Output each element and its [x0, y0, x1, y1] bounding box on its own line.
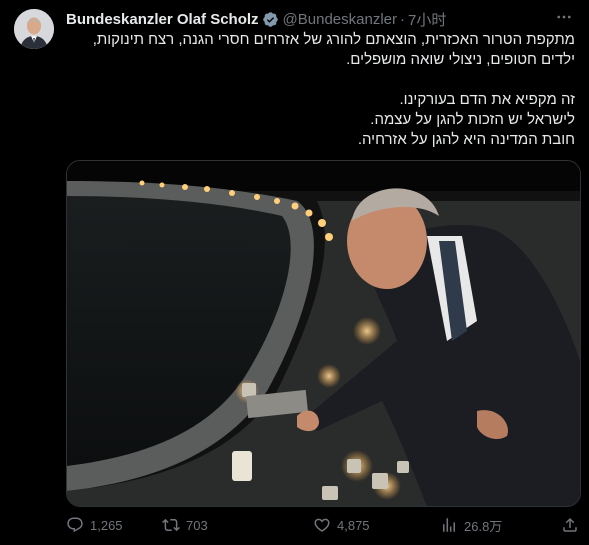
tweet-actions: 1,265 703 4,875 26.8万 [66, 514, 579, 536]
tweet-line: לישראל יש הזכות להגן על עצמה. [370, 111, 575, 128]
reply-count: 1,265 [90, 517, 123, 533]
share-button[interactable] [561, 516, 579, 534]
tweet-line: ילדים חטופים, ניצולי שואה מושפלים. [346, 51, 575, 68]
tweet-time[interactable]: 7小时 [408, 9, 446, 30]
retweet-count: 703 [186, 517, 208, 533]
retweet-icon [162, 518, 180, 532]
separator-dot: · [400, 10, 406, 28]
tweet-line: זה מקפיא את הדם בעורקינו. [399, 91, 575, 108]
share-icon [563, 517, 577, 532]
analytics-icon [443, 518, 455, 532]
retweet-button[interactable]: 703 [162, 516, 208, 534]
like-button[interactable]: 4,875 [313, 516, 370, 534]
tweet-header: Bundeskanzler Olaf Scholz @Bundeskanzler… [66, 9, 575, 29]
verified-badge-icon [262, 11, 279, 28]
author-name[interactable]: Bundeskanzler Olaf Scholz [66, 11, 259, 28]
avatar-photo [14, 9, 54, 49]
like-count: 4,875 [337, 517, 370, 533]
author-handle[interactable]: @Bundeskanzler [283, 11, 397, 28]
views-count: 26.8万 [464, 518, 503, 534]
tweet-line: מתקפת הטרור האכזרית, הוצאתם להורג של אזר… [92, 31, 575, 48]
reply-button[interactable]: 1,265 [66, 516, 123, 534]
heart-icon [314, 518, 330, 532]
candle-memorial-photo [67, 161, 580, 506]
tweet-photo[interactable] [66, 160, 581, 507]
tweet-text: מתקפת הטרור האכזרית, הוצאתם להורג של אזר… [66, 30, 575, 150]
views-button[interactable]: 26.8万 [440, 516, 502, 535]
avatar[interactable] [14, 9, 54, 49]
tweet-line: חובת המדינה היא להגן על אזרחיה. [357, 131, 575, 148]
more-options-icon[interactable] [553, 6, 575, 28]
reply-icon [67, 517, 83, 533]
